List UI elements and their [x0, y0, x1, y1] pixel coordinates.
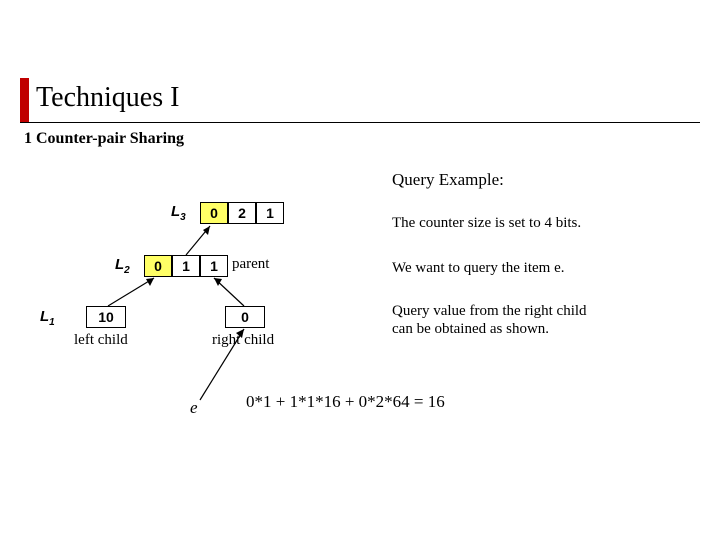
label-right-child: right child [212, 332, 274, 349]
level-label-L2: L2 [115, 256, 130, 276]
section-subtitle: 1 Counter-pair Sharing [24, 130, 184, 148]
L3-cell-1: 2 [228, 202, 256, 224]
horizontal-rule [20, 122, 700, 123]
page-title: Techniques I [36, 82, 179, 114]
level-L1-letter: L [40, 308, 49, 325]
level-label-L3: L3 [171, 203, 186, 223]
accent-bar [20, 78, 29, 122]
annot-parent: parent [232, 256, 269, 273]
level-L2-sub: 2 [124, 265, 130, 276]
item-e-label: e [190, 398, 198, 418]
arrows-svg [0, 0, 720, 540]
heading-query-example: Query Example: [392, 170, 504, 190]
formula-text: 0*1 + 1*1*16 + 0*2*64 = 16 [246, 392, 445, 412]
L1-right-cell: 0 [225, 306, 265, 328]
L3-cell-2: 1 [256, 202, 284, 224]
note-right-child-a: Query value from the right child [392, 303, 587, 320]
note-query-item: We want to query the item e. [392, 260, 565, 277]
level-L3-sub: 3 [180, 212, 186, 223]
level-L1-sub: 1 [49, 317, 55, 328]
L2-cell-2: 1 [200, 255, 228, 277]
L2-cell-0: 0 [144, 255, 172, 277]
L1-left-cell: 10 [86, 306, 126, 328]
L3-cell-0: 0 [200, 202, 228, 224]
note-right-child-b: can be obtained as shown. [392, 321, 549, 338]
note-counter-size: The counter size is set to 4 bits. [392, 215, 581, 232]
level-L2-letter: L [115, 256, 124, 273]
level-L3-letter: L [171, 203, 180, 220]
L2-cell-1: 1 [172, 255, 200, 277]
level-label-L1: L1 [40, 308, 55, 328]
label-left-child: left child [74, 332, 128, 349]
